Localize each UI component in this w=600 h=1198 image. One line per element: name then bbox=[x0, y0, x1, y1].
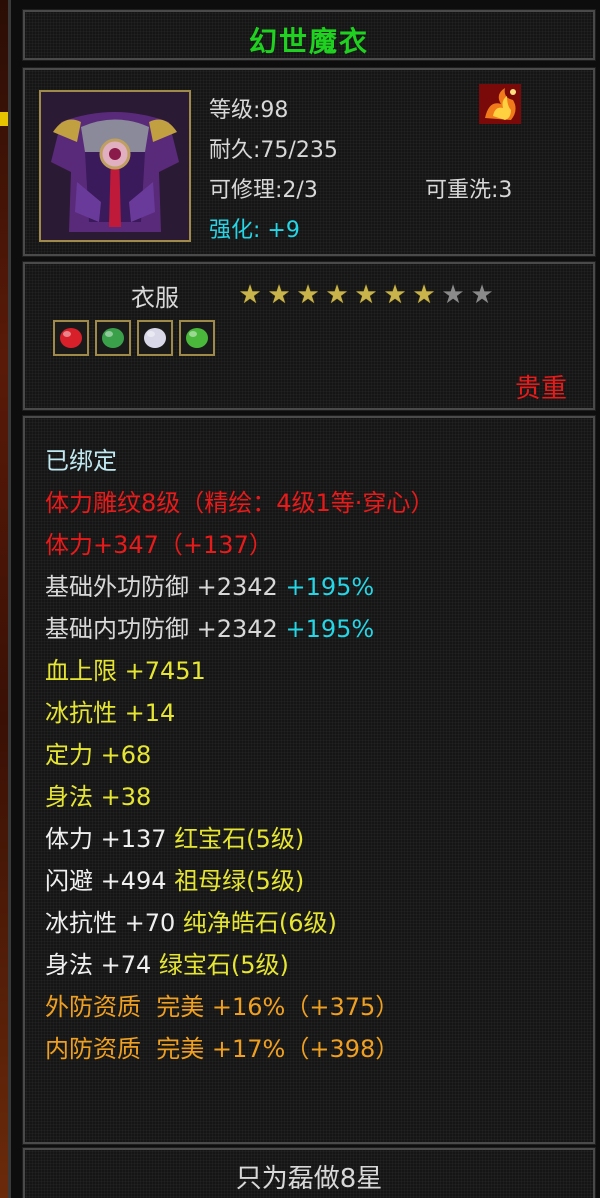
info-panel: 等级:98 耐久:75/235 可修理:2/3 可重洗:3 强化: +9 bbox=[22, 67, 596, 257]
background-strip bbox=[0, 0, 8, 1198]
star-filled-icon: ★ bbox=[325, 280, 349, 310]
property-text: 外防资质 完美 +16%（+375） bbox=[45, 993, 400, 1021]
star-filled-icon: ★ bbox=[296, 280, 320, 310]
star-filled-icon: ★ bbox=[412, 280, 436, 310]
property-text: 内防资质 完美 +17%（+398） bbox=[45, 1035, 400, 1063]
green-jade-icon[interactable] bbox=[95, 320, 131, 356]
rewash-stat: 可重洗:3 bbox=[425, 178, 513, 203]
star-rating: ★ ★ ★ ★ ★ ★ ★ ★ ★ bbox=[237, 282, 495, 308]
property-line: 已绑定 bbox=[45, 440, 434, 482]
property-line: 体力雕纹8级（精绘：4级1等·穿心） bbox=[45, 482, 434, 524]
property-text: 已绑定 bbox=[45, 447, 117, 475]
property-line: 基础外功防御 +2342 +195% bbox=[45, 566, 434, 608]
property-text: 体力雕纹8级（精绘：4级1等·穿心） bbox=[45, 489, 435, 517]
property-line: 体力 +137 红宝石(5级) bbox=[45, 818, 434, 860]
footer-panel: 只为磊做8星 bbox=[22, 1147, 596, 1198]
property-line: 冰抗性 +70 纯净皓石(6级) bbox=[45, 902, 434, 944]
red-gem-icon[interactable] bbox=[53, 320, 89, 356]
property-line: 内防资质 完美 +17%（+398） bbox=[45, 1028, 434, 1070]
item-name: 幻世魔衣 bbox=[248, 25, 369, 58]
property-line: 冰抗性 +14 bbox=[45, 692, 434, 734]
item-portrait bbox=[39, 90, 191, 242]
durability-stat: 耐久:75/235 bbox=[209, 138, 338, 163]
property-text: 基础外功防御 +2342 bbox=[45, 573, 286, 601]
property-line: 外防资质 完美 +16%（+375） bbox=[45, 986, 434, 1028]
repair-stat: 可修理:2/3 bbox=[209, 178, 318, 203]
title-panel: 幻世魔衣 bbox=[22, 9, 596, 61]
property-text: 体力 +137 bbox=[45, 825, 175, 853]
gem-slots bbox=[53, 320, 215, 356]
property-text: 绿宝石(5级) bbox=[158, 951, 289, 979]
property-text: 冰抗性 +70 bbox=[45, 909, 183, 937]
property-line: 血上限 +7451 bbox=[45, 650, 434, 692]
star-filled-icon: ★ bbox=[267, 280, 291, 310]
star-filled-icon: ★ bbox=[354, 280, 378, 310]
property-text: +195% bbox=[285, 573, 375, 601]
star-empty-icon: ★ bbox=[441, 280, 465, 310]
property-text: +195% bbox=[285, 615, 375, 643]
property-text: 血上限 +7451 bbox=[45, 657, 206, 685]
property-text: 基础内功防御 +2342 bbox=[45, 615, 286, 643]
enhance-stat: 强化: +9 bbox=[209, 212, 300, 244]
background-bar bbox=[0, 112, 8, 126]
property-text: 冰抗性 +14 bbox=[45, 699, 176, 727]
properties-panel: 已绑定体力雕纹8级（精绘：4级1等·穿心） 体力+347（+137） 基础外功防御 … bbox=[22, 415, 596, 1145]
enhance-value: +9 bbox=[267, 218, 300, 243]
property-text: 纯净皓石(6级) bbox=[182, 909, 337, 937]
level-stat: 等级:98 bbox=[209, 98, 289, 123]
star-filled-icon: ★ bbox=[238, 280, 262, 310]
property-line: 定力 +68 bbox=[45, 734, 434, 776]
flame-badge-icon bbox=[479, 84, 521, 124]
white-crystal-icon[interactable] bbox=[137, 320, 173, 356]
property-line: 身法 +38 bbox=[45, 776, 434, 818]
property-text: 定力 +68 bbox=[45, 741, 152, 769]
property-text: 祖母绿(5级) bbox=[174, 867, 305, 895]
property-text: 闪避 +494 bbox=[45, 867, 175, 895]
item-category: 衣服 bbox=[131, 284, 179, 312]
property-text: 红宝石(5级) bbox=[174, 825, 305, 853]
property-text: 身法 +38 bbox=[45, 783, 152, 811]
item-tooltip: 幻世魔衣 等级:98 耐久:75/235 可修理:2/3 可重洗:3 强化: +… bbox=[8, 0, 600, 1198]
property-text: 身法 +74 bbox=[45, 951, 159, 979]
green-stone-icon[interactable] bbox=[179, 320, 215, 356]
star-empty-icon: ★ bbox=[470, 280, 494, 310]
property-line: 体力+347（+137） bbox=[45, 524, 434, 566]
properties-list: 已绑定体力雕纹8级（精绘：4级1等·穿心） 体力+347（+137） 基础外功防御 … bbox=[45, 440, 434, 1070]
property-text: 体力+347（+137） bbox=[45, 531, 273, 559]
property-line: 闪避 +494 祖母绿(5级) bbox=[45, 860, 434, 902]
property-line: 基础内功防御 +2342 +195% bbox=[45, 608, 434, 650]
property-line: 身法 +74 绿宝石(5级) bbox=[45, 944, 434, 986]
robe-icon bbox=[41, 92, 189, 240]
rarity-label: 贵重 bbox=[514, 374, 567, 404]
item-footer-note: 只为磊做8星 bbox=[235, 1164, 383, 1194]
star-filled-icon: ★ bbox=[383, 280, 407, 310]
enhance-label: 强化: bbox=[209, 218, 261, 243]
quality-panel: 衣服 ★ ★ ★ ★ ★ ★ ★ ★ ★ 贵重 bbox=[22, 261, 596, 411]
